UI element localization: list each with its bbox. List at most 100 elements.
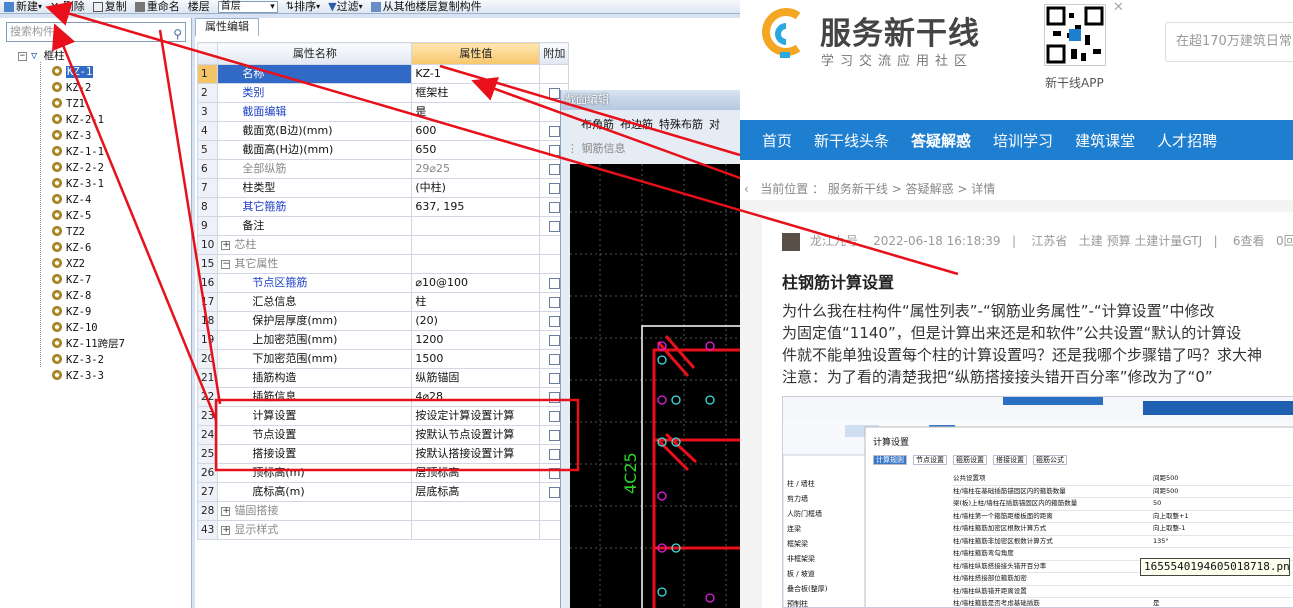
- extra-checkbox[interactable]: [548, 372, 560, 384]
- property-row[interactable]: 17 汇总信息 柱: [196, 292, 570, 312]
- property-value[interactable]: 4⌀28: [411, 387, 541, 407]
- tree-item[interactable]: KZ-5: [52, 208, 91, 224]
- property-row[interactable]: 19 上加密范围(mm) 1200: [196, 330, 570, 350]
- author-link[interactable]: 龙江九号: [810, 234, 858, 248]
- extra-checkbox[interactable]: [548, 201, 560, 213]
- property-row[interactable]: 20 下加密范围(mm) 1500: [196, 349, 570, 369]
- section-tool-button[interactable]: 布边筋: [620, 118, 653, 131]
- property-row[interactable]: 16 节点区箍筋 ⌀10@100: [196, 273, 570, 293]
- property-value[interactable]: [411, 216, 541, 236]
- property-row[interactable]: 21 插筋构造 纵筋锚固: [196, 368, 570, 388]
- tree-item[interactable]: KZ-2-1: [52, 112, 104, 128]
- extra-checkbox[interactable]: [548, 163, 560, 175]
- extra-checkbox[interactable]: [548, 277, 560, 289]
- property-value[interactable]: 柱: [411, 292, 541, 312]
- new-button[interactable]: 新建 ▾: [0, 0, 46, 14]
- tree-item[interactable]: TZ1: [52, 96, 85, 112]
- collapse-icon[interactable]: −: [221, 259, 231, 269]
- extra-checkbox[interactable]: [548, 486, 560, 498]
- expand-icon[interactable]: +: [221, 506, 231, 516]
- property-row[interactable]: 24 节点设置 按默认节点设置计算: [196, 425, 570, 445]
- site-logo-text[interactable]: 服务新干线: [820, 8, 980, 53]
- property-value[interactable]: 纵筋锚固: [411, 368, 541, 388]
- property-row[interactable]: 18 保护层厚度(mm) (20): [196, 311, 570, 331]
- property-row[interactable]: 43 + 显示样式: [196, 520, 570, 540]
- tree-item[interactable]: KZ-1-1: [52, 144, 104, 160]
- property-row[interactable]: 5 截面高(H边)(mm) 650: [196, 140, 570, 160]
- expand-icon[interactable]: +: [221, 240, 231, 250]
- search-icon[interactable]: ⚲: [173, 25, 182, 43]
- nav-item[interactable]: 建筑课堂: [1075, 130, 1135, 151]
- property-row[interactable]: 7 柱类型 (中柱): [196, 178, 570, 198]
- property-row[interactable]: 4 截面宽(B边)(mm) 600: [196, 121, 570, 141]
- tree-item[interactable]: KZ-3-1: [52, 176, 104, 192]
- property-value[interactable]: 650: [411, 140, 541, 160]
- tree-item[interactable]: KZ-2: [52, 80, 91, 96]
- property-value[interactable]: 是: [411, 102, 541, 122]
- property-row[interactable]: 3 截面编辑 是: [196, 102, 570, 122]
- collapse-icon[interactable]: −: [18, 51, 27, 61]
- tab-property-edit[interactable]: 属性编辑: [195, 18, 259, 36]
- section-tool-button[interactable]: 特殊布筋: [659, 118, 703, 131]
- property-value[interactable]: 按默认搭接设置计算: [411, 444, 541, 464]
- extra-checkbox[interactable]: [548, 182, 560, 194]
- filter-button[interactable]: ▼ 过滤 ▾: [324, 0, 366, 14]
- nav-item[interactable]: 培训学习: [993, 130, 1053, 151]
- property-row[interactable]: 22 插筋信息 4⌀28: [196, 387, 570, 407]
- extra-checkbox[interactable]: [548, 144, 560, 156]
- extra-checkbox[interactable]: [548, 334, 560, 346]
- tree-item[interactable]: TZ2: [52, 224, 85, 240]
- extra-checkbox[interactable]: [548, 448, 560, 460]
- section-tool-button[interactable]: 对: [709, 118, 720, 131]
- extra-checkbox[interactable]: [548, 125, 560, 137]
- avatar[interactable]: [782, 232, 800, 251]
- extra-checkbox[interactable]: [548, 220, 560, 232]
- property-row[interactable]: 26 顶标高(m) 层顶标高: [196, 463, 570, 483]
- property-value[interactable]: (中柱): [411, 178, 541, 198]
- tree-root[interactable]: − ▽ 框柱: [18, 48, 65, 64]
- delete-button[interactable]: ✕ 删除: [46, 0, 89, 14]
- property-value[interactable]: KZ-1: [411, 64, 541, 84]
- extra-checkbox[interactable]: [548, 410, 560, 422]
- property-value[interactable]: 层顶标高: [411, 463, 541, 483]
- tree-item[interactable]: XZ2: [52, 256, 85, 272]
- tree-item[interactable]: KZ-3-3: [52, 368, 104, 384]
- property-value[interactable]: 600: [411, 121, 541, 141]
- property-row[interactable]: 23 计算设置 按设定计算设置计算: [196, 406, 570, 426]
- copy-from-floor-button[interactable]: 从其他楼层复制构件: [367, 0, 486, 14]
- floor-select[interactable]: 首层: [217, 0, 278, 13]
- property-value[interactable]: (20): [411, 311, 541, 331]
- extra-checkbox[interactable]: [548, 353, 560, 365]
- nav-item[interactable]: 人才招聘: [1157, 130, 1217, 151]
- nav-item[interactable]: 新干线头条: [814, 130, 889, 151]
- sort-button[interactable]: ⇅ 排序 ▾: [282, 0, 324, 14]
- property-value[interactable]: 29⌀25: [411, 159, 541, 179]
- property-value[interactable]: 框架柱: [411, 83, 541, 103]
- close-icon[interactable]: ✕: [1113, 0, 1124, 15]
- rename-button[interactable]: 重命名: [131, 0, 184, 14]
- site-search-input[interactable]: 在超170万建筑日常: [1165, 22, 1293, 62]
- tree-item[interactable]: KZ-7: [52, 272, 91, 288]
- property-value[interactable]: 按设定计算设置计算: [411, 406, 541, 426]
- tree-item[interactable]: KZ-8: [52, 288, 91, 304]
- property-value[interactable]: 1500: [411, 349, 541, 369]
- tree-item[interactable]: KZ-11跨层7: [52, 336, 125, 352]
- property-value[interactable]: [411, 254, 541, 274]
- property-value[interactable]: 1200: [411, 330, 541, 350]
- nav-item[interactable]: 首页: [762, 130, 792, 151]
- property-row[interactable]: 8 其它箍筋 637, 195: [196, 197, 570, 217]
- extra-checkbox[interactable]: [548, 315, 560, 327]
- extra-checkbox[interactable]: [548, 467, 560, 479]
- tree-item[interactable]: KZ-2-2: [52, 160, 104, 176]
- tree-item[interactable]: KZ-3-2: [52, 352, 104, 368]
- property-row[interactable]: 27 底标高(m) 层底标高: [196, 482, 570, 502]
- property-row[interactable]: 6 全部纵筋 29⌀25: [196, 159, 570, 179]
- property-value[interactable]: ⌀10@100: [411, 273, 541, 293]
- section-tool-button[interactable]: 布角筋: [581, 118, 614, 131]
- extra-checkbox[interactable]: [548, 391, 560, 403]
- extra-checkbox[interactable]: [548, 87, 560, 99]
- property-row[interactable]: 9 备注: [196, 216, 570, 236]
- property-row[interactable]: 2 类别 框架柱: [196, 83, 570, 103]
- property-value[interactable]: 层底标高: [411, 482, 541, 502]
- section-canvas[interactable]: 4C25: [570, 164, 740, 608]
